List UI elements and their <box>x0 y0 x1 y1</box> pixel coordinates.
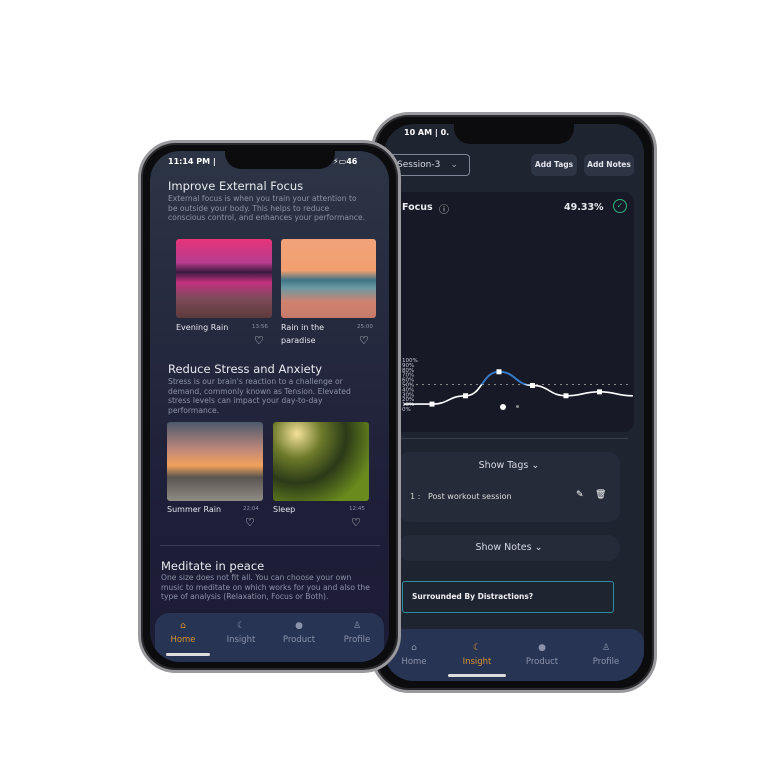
tag-index: 1 : <box>410 492 421 501</box>
left-phone: 11:14 PM | ⚡▭46 Improve External Focus E… <box>138 140 401 673</box>
distraction-prompt[interactable]: Surrounded By Distractions? <box>402 581 614 613</box>
chevron-down-icon: ⌄ <box>531 460 540 471</box>
moon-icon: ☾ <box>236 621 246 631</box>
section-title: Reduce Stress and Anxiety <box>168 362 323 376</box>
focus-line-chart: 0%10%20%30%40%50%60%70%80%90%100%00:4000… <box>402 358 634 413</box>
above-threshold-segment <box>480 370 532 385</box>
pencil-icon[interactable]: ✎ <box>576 490 584 500</box>
data-point[interactable] <box>530 382 535 388</box>
moon-icon: ☾ <box>472 643 482 653</box>
nav-item-product[interactable]: ● Product <box>274 621 324 645</box>
notch <box>454 124 574 144</box>
nav-label: Profile <box>592 657 620 667</box>
nav-item-insight[interactable]: ☾ Insight <box>216 621 266 645</box>
rain-paradise-image[interactable] <box>281 239 376 318</box>
section-desc: Stress is our brain's reaction to a chal… <box>168 377 351 415</box>
track-name: Sleep <box>273 505 296 514</box>
chevron-down-icon: ⌄ <box>450 160 458 170</box>
data-point[interactable] <box>597 389 602 395</box>
section-title: Meditate in peace <box>161 559 265 573</box>
user-icon: ♙ <box>601 643 611 653</box>
battery-level: 46 <box>346 157 358 166</box>
insight-screen: 10 AM | 0. Session-3 ⌄ Add Tags Add Notes… <box>384 124 644 681</box>
home-screen: 11:14 PM | ⚡▭46 Improve External Focus E… <box>150 151 389 662</box>
heart-icon[interactable]: ♡ <box>245 516 255 529</box>
section-desc: One size does not fit all. You can choos… <box>161 573 370 601</box>
track-duration: 13:56 <box>252 324 268 330</box>
nav-label: Product <box>525 657 559 667</box>
add-notes-button[interactable]: Add Notes <box>584 154 634 176</box>
show-notes-label: Show Notes <box>475 542 532 553</box>
home-icon: ⌂ <box>180 621 186 631</box>
notes-panel[interactable]: Show Notes ⌄ <box>398 535 620 561</box>
nav-label: Product <box>282 635 316 645</box>
chevron-down-icon: ⌄ <box>534 542 543 553</box>
active-tab-indicator <box>448 674 506 677</box>
nav-label: Profile <box>343 635 371 645</box>
track-name: Evening Rain <box>176 323 229 332</box>
nav-label: Insight <box>226 635 256 645</box>
evening-rain-image[interactable] <box>176 239 272 318</box>
track-name: Rain in the paradise <box>281 323 325 345</box>
data-point[interactable] <box>463 393 468 399</box>
add-tags-button[interactable]: Add Tags <box>531 154 577 176</box>
pager-dot-active[interactable] <box>500 404 506 410</box>
show-tags-label: Show Tags <box>478 460 529 471</box>
track-duration: 22:04 <box>243 506 259 512</box>
data-point[interactable] <box>429 401 435 407</box>
focus-series-line <box>404 370 634 405</box>
sleep-image[interactable] <box>273 422 369 501</box>
bottom-nav: ⌂ Home ☾ Insight ● Product ♙ Profile <box>384 629 644 681</box>
section-title: Improve External Focus <box>168 179 304 193</box>
battery-icon: ⚡▭46 <box>333 157 358 166</box>
y-tick-label: 100% <box>402 358 418 364</box>
right-phone: 10 AM | 0. Session-3 ⌄ Add Tags Add Notes… <box>371 112 657 693</box>
heart-icon[interactable]: ♡ <box>359 334 369 347</box>
data-point[interactable] <box>496 369 502 375</box>
user-icon: ♙ <box>352 621 362 631</box>
nav-item-home[interactable]: ⌂ Home <box>158 621 208 645</box>
heart-icon[interactable]: ♡ <box>254 334 264 347</box>
trash-icon[interactable]: 🗑 <box>595 490 606 500</box>
track-duration: 25:00 <box>357 324 373 330</box>
active-tab-indicator <box>166 653 210 656</box>
track-name: Summer Rain <box>167 505 222 514</box>
session-value: Session-3 <box>397 160 441 170</box>
status-time: 10 AM | 0. <box>404 128 450 137</box>
location-pin-icon: ● <box>295 621 303 631</box>
tag-text: Post workout session <box>428 492 512 501</box>
summer-rain-image[interactable] <box>167 422 263 501</box>
nav-label: Insight <box>462 657 492 667</box>
pager-dot[interactable] <box>516 405 519 408</box>
heart-icon[interactable]: ♡ <box>351 516 361 529</box>
tags-panel: Show Tags ⌄ 1 : Post workout session ✎ 🗑 <box>398 452 620 522</box>
section-desc: External focus is when you train your at… <box>168 194 366 222</box>
nav-item-insight[interactable]: ☾ Insight <box>452 643 502 667</box>
nav-label: Home <box>170 635 196 645</box>
divider <box>160 545 380 546</box>
nav-item-profile[interactable]: ♙ Profile <box>332 621 382 645</box>
nav-item-profile[interactable]: ♙ Profile <box>581 643 631 667</box>
notch <box>225 151 335 169</box>
focus-chart-card: Focus ⓘ 49.33% ✓ 0% 10% 20% 30% 40% 50% 60% 70%… <box>384 192 634 432</box>
nav-label: Home <box>401 657 427 667</box>
location-pin-icon: ● <box>538 643 546 653</box>
status-time: 11:14 PM | <box>168 157 216 166</box>
show-tags-toggle[interactable]: Show Tags ⌄ <box>398 460 620 471</box>
nav-item-product[interactable]: ● Product <box>517 643 567 667</box>
track-duration: 12:45 <box>349 506 365 512</box>
data-point[interactable] <box>563 393 569 399</box>
divider <box>394 438 628 439</box>
